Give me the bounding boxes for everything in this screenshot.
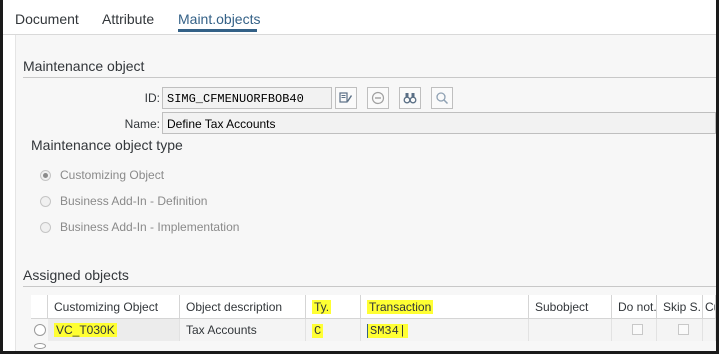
column-header-cu[interactable]: Cu <box>703 295 716 319</box>
active-tab-indicator <box>178 29 257 32</box>
section-divider <box>23 77 716 78</box>
radio-badi-implementation[interactable]: Business Add-In - Implementation <box>40 218 239 236</box>
delete-button[interactable] <box>367 87 389 109</box>
display-change-icon <box>339 92 352 103</box>
column-header-type[interactable]: Ty. <box>306 295 361 319</box>
radio-button[interactable] <box>40 195 51 207</box>
column-header-customizing-object[interactable]: Customizing Object <box>48 295 180 319</box>
id-label: ID: <box>144 91 160 105</box>
cell-customizing-object[interactable]: VC_T030K <box>48 319 180 341</box>
checkbox-do-not[interactable] <box>632 324 643 335</box>
column-header-do-not[interactable]: Do not... <box>612 295 657 319</box>
assigned-objects-table: Customizing Object Object description Ty… <box>31 295 716 351</box>
radio-customizing-object[interactable]: Customizing Object <box>40 166 164 184</box>
radio-label: Business Add-In - Implementation <box>60 220 240 234</box>
cell-object-description: Tax Accounts <box>180 319 306 341</box>
checkbox-skip[interactable] <box>678 324 689 335</box>
tab-maint-objects[interactable]: Maint.objects <box>178 11 260 27</box>
row-selector-header <box>31 295 48 319</box>
column-header-subobject[interactable]: Subobject <box>529 295 612 319</box>
column-header-skip[interactable]: Skip S... <box>657 295 703 319</box>
column-header-transaction[interactable]: Transaction <box>361 295 529 319</box>
name-label: Name: <box>124 117 160 131</box>
where-used-button[interactable] <box>399 87 421 109</box>
radio-button[interactable] <box>40 221 51 233</box>
object-type-title: Maintenance object type <box>31 137 183 153</box>
maintenance-object-title: Maintenance object <box>23 58 145 74</box>
cell-subobject <box>529 319 612 341</box>
display-change-button[interactable] <box>335 87 357 109</box>
id-field[interactable]: SIMG_CFMENUORFBOB40 <box>162 87 332 109</box>
name-field[interactable]: Define Tax Accounts <box>162 112 716 134</box>
search-button[interactable] <box>431 87 453 109</box>
minus-circle-icon <box>371 91 385 105</box>
assigned-objects-title: Assigned objects <box>23 267 129 283</box>
radio-label: Business Add-In - Definition <box>60 194 208 208</box>
binoculars-icon <box>403 93 417 104</box>
search-icon <box>436 92 449 105</box>
row-select-radio[interactable] <box>34 324 46 336</box>
radio-selected-dot <box>43 172 48 178</box>
row-select-radio-partial[interactable] <box>34 343 46 349</box>
column-header-object-description[interactable]: Object description <box>180 295 306 319</box>
cell-transaction[interactable]: SM34| <box>361 319 529 341</box>
cell-cu <box>703 319 716 341</box>
radio-button[interactable] <box>40 169 51 181</box>
radio-label: Customizing Object <box>60 168 165 182</box>
tab-attribute[interactable]: Attribute <box>102 11 154 27</box>
cell-type[interactable]: C <box>306 319 361 341</box>
section-divider <box>23 286 716 287</box>
radio-badi-definition[interactable]: Business Add-In - Definition <box>40 192 207 210</box>
window-frame-left <box>0 0 3 354</box>
tab-strip: Document Attribute Maint.objects <box>3 0 716 35</box>
tab-document[interactable]: Document <box>15 11 79 27</box>
